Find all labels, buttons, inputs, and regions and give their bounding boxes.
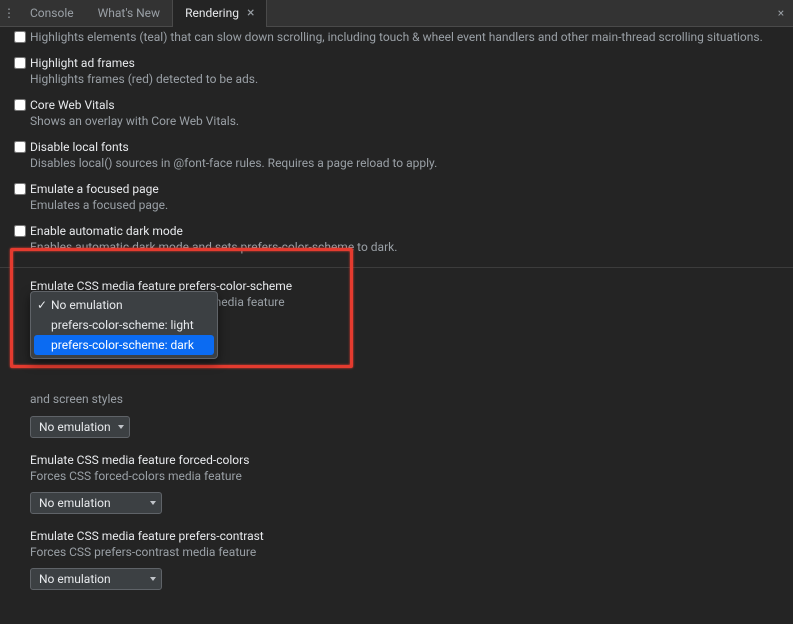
dropdown-option-no-emulation[interactable]: ✓ No emulation (31, 295, 217, 315)
dropdown-option-light[interactable]: prefers-color-scheme: light (31, 315, 217, 335)
dropdown-forced-colors[interactable]: No emulation (30, 492, 162, 514)
tab-bar: ⋮ Console What's New Rendering × × (0, 0, 793, 27)
option-label: prefers-color-scheme: dark (51, 338, 194, 352)
chevron-down-icon (118, 425, 124, 429)
tab-rendering[interactable]: Rendering × (172, 0, 267, 27)
checkbox-disable-local-fonts[interactable] (14, 141, 26, 153)
section-media-type: No emulation (0, 408, 793, 452)
section-description: Forces CSS forced-colors media feature (30, 468, 793, 484)
dropdown-value: No emulation (39, 496, 111, 510)
dropdown-media-type[interactable]: No emulation (30, 416, 130, 438)
checkbox-scrolling-perf[interactable] (14, 31, 26, 43)
more-icon[interactable]: ⋮ (0, 6, 18, 20)
section-prefers-contrast: Emulate CSS media feature prefers-contra… (0, 528, 793, 604)
dropdown-value: No emulation (39, 572, 111, 586)
checkbox-highlight-ad-frames[interactable] (14, 57, 26, 69)
tab-label: Rendering (185, 6, 239, 20)
option-title: Enable automatic dark mode (30, 223, 783, 239)
section-title: Emulate CSS media feature forced-colors (30, 452, 793, 468)
tab-label: What's New (98, 6, 160, 20)
close-icon[interactable]: × (247, 6, 254, 20)
option-label: No emulation (51, 298, 123, 312)
dropdown-value: No emulation (39, 420, 111, 434)
partially-hidden-text: and screen styles (0, 392, 793, 406)
option-description: Highlights elements (teal) that can slow… (30, 29, 783, 45)
section-description: Forces CSS prefers-contrast media featur… (30, 544, 793, 560)
option-title: Highlight ad frames (30, 55, 783, 71)
option-row: Highlights elements (teal) that can slow… (0, 27, 793, 53)
tab-whats-new[interactable]: What's New (86, 0, 172, 27)
option-description: Disables local() sources in @font-face r… (30, 155, 783, 171)
option-title: Core Web Vitals (30, 97, 783, 113)
checkbox-core-web-vitals[interactable] (14, 99, 26, 111)
tab-console[interactable]: Console (18, 0, 86, 27)
section-title: Emulate CSS media feature prefers-contra… (30, 528, 793, 544)
close-panel-icon[interactable]: × (769, 6, 793, 20)
dropdown-option-dark[interactable]: prefers-color-scheme: dark (34, 335, 214, 355)
check-icon: ✓ (37, 298, 51, 312)
section-forced-colors: Emulate CSS media feature forced-colors … (0, 452, 793, 528)
dropdown-prefers-contrast[interactable]: No emulation (30, 568, 162, 590)
divider (0, 267, 793, 268)
option-description: Highlights frames (red) detected to be a… (30, 71, 783, 87)
option-description: Emulates a focused page. (30, 197, 783, 213)
option-row: Emulate a focused page Emulates a focuse… (0, 179, 793, 221)
chevron-down-icon (150, 501, 156, 505)
chevron-down-icon (150, 577, 156, 581)
checkbox-emulate-focused-page[interactable] (14, 183, 26, 195)
option-row: Enable automatic dark mode Enables autom… (0, 221, 793, 263)
dropdown-menu-prefers-color-scheme: ✓ No emulation prefers-color-scheme: lig… (30, 291, 218, 359)
checkbox-enable-auto-dark-mode[interactable] (14, 225, 26, 237)
option-label: prefers-color-scheme: light (51, 318, 194, 332)
option-row: Highlight ad frames Highlights frames (r… (0, 53, 793, 95)
option-description: Enables automatic dark mode and sets pre… (30, 239, 783, 255)
option-row: Disable local fonts Disables local() sou… (0, 137, 793, 179)
option-title: Emulate a focused page (30, 181, 783, 197)
option-row: Core Web Vitals Shows an overlay with Co… (0, 95, 793, 137)
option-description: Shows an overlay with Core Web Vitals. (30, 113, 783, 129)
tab-label: Console (30, 6, 74, 20)
option-title: Disable local fonts (30, 139, 783, 155)
